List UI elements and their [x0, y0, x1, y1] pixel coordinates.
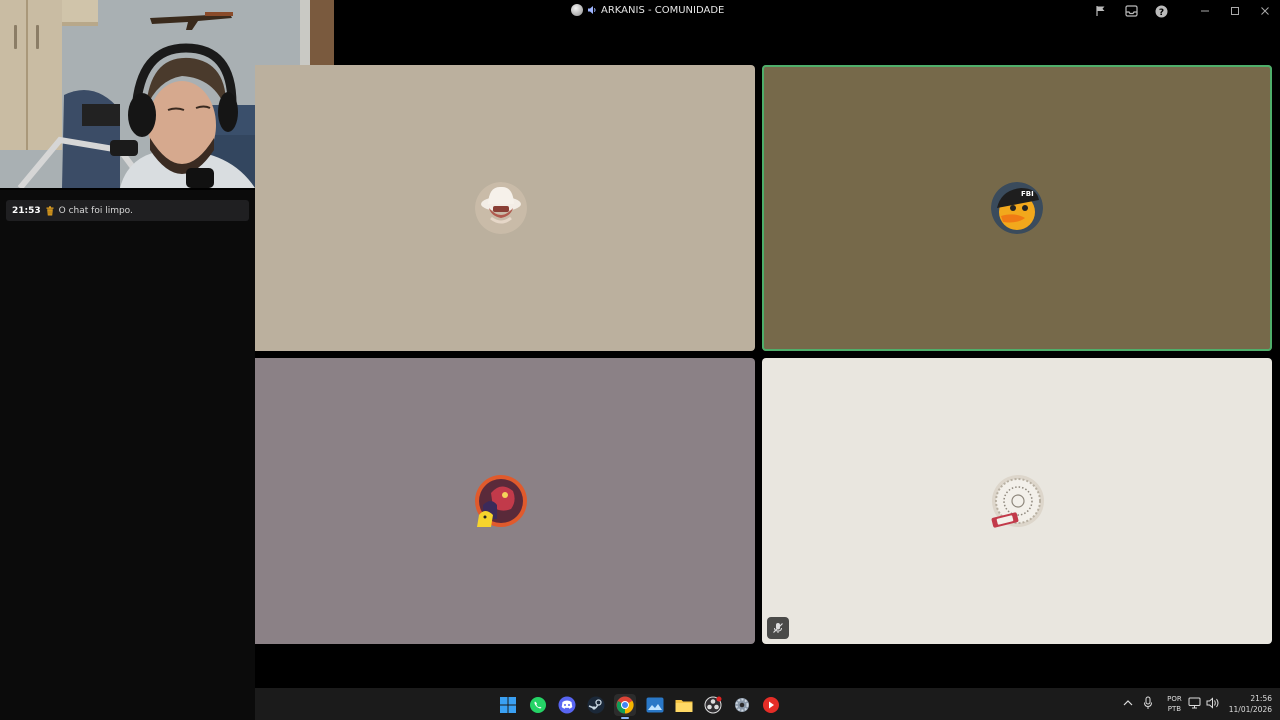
file-explorer-icon[interactable]: [673, 694, 695, 716]
system-tray: POR PTB 21:56 11/01/2026: [1123, 688, 1280, 720]
mic-off-icon: [773, 623, 783, 633]
window-title-text: ARKANIS - COMUNIDADE: [601, 4, 725, 16]
minimize-icon[interactable]: [1190, 0, 1220, 22]
chat-panel: 21:53 O chat foi limpo.: [0, 190, 255, 720]
language-indicator[interactable]: POR PTB: [1167, 694, 1182, 714]
svg-text:?: ?: [1158, 7, 1163, 17]
settings-icon[interactable]: [731, 694, 753, 716]
discord-icon[interactable]: [556, 694, 578, 716]
cartoon-character-avatar: [473, 475, 527, 527]
globe-icon: [571, 4, 583, 16]
keyboard-layout: PTB: [1167, 705, 1182, 713]
language-code: POR: [1167, 695, 1182, 703]
whatsapp-icon[interactable]: [527, 694, 549, 716]
active-app-indicator: [621, 717, 629, 719]
video-tile-4[interactable]: [762, 358, 1272, 644]
photos-icon[interactable]: [644, 694, 666, 716]
trash-icon: [46, 205, 54, 215]
close-icon[interactable]: [1250, 0, 1280, 22]
video-tile-3[interactable]: [255, 358, 755, 644]
stamp-avatar: [988, 475, 1044, 528]
clock-time: 21:56: [1250, 694, 1272, 703]
windows-start-icon[interactable]: [497, 694, 519, 716]
inbox-icon[interactable]: [1116, 0, 1146, 22]
microphone-icon[interactable]: [1143, 696, 1153, 712]
chrome-icon[interactable]: [614, 694, 636, 719]
steam-icon[interactable]: [585, 694, 607, 716]
chat-message: 21:53 O chat foi limpo.: [6, 200, 249, 221]
video-tile-1[interactable]: [255, 65, 755, 351]
flag-icon[interactable]: [1086, 0, 1116, 22]
window-title: ARKANIS - COMUNIDADE: [571, 4, 724, 16]
network-icon[interactable]: [1188, 697, 1201, 711]
chevron-up-icon[interactable]: [1123, 699, 1133, 709]
chat-message-text: O chat foi limpo.: [58, 205, 133, 216]
taskbar: POR PTB 21:56 11/01/2026: [255, 688, 1280, 720]
mic-muted-badge: [767, 617, 789, 639]
volume-icon[interactable]: [1206, 697, 1219, 711]
chat-message-time: 21:53: [12, 205, 41, 216]
youtube-icon[interactable]: [760, 694, 782, 716]
clock-date: 11/01/2026: [1228, 705, 1272, 714]
video-tile-2-speaking[interactable]: FBI: [762, 65, 1272, 351]
speaker-icon: [588, 6, 596, 14]
cowboy-hat-avatar: [475, 182, 527, 234]
clock[interactable]: 21:56 11/01/2026: [1229, 693, 1272, 715]
help-icon[interactable]: ?: [1146, 0, 1176, 22]
maximize-icon[interactable]: [1220, 0, 1250, 22]
duck-avatar: FBI: [991, 182, 1043, 234]
svg-text:FBI: FBI: [1021, 190, 1034, 198]
obs-icon[interactable]: [702, 694, 724, 716]
